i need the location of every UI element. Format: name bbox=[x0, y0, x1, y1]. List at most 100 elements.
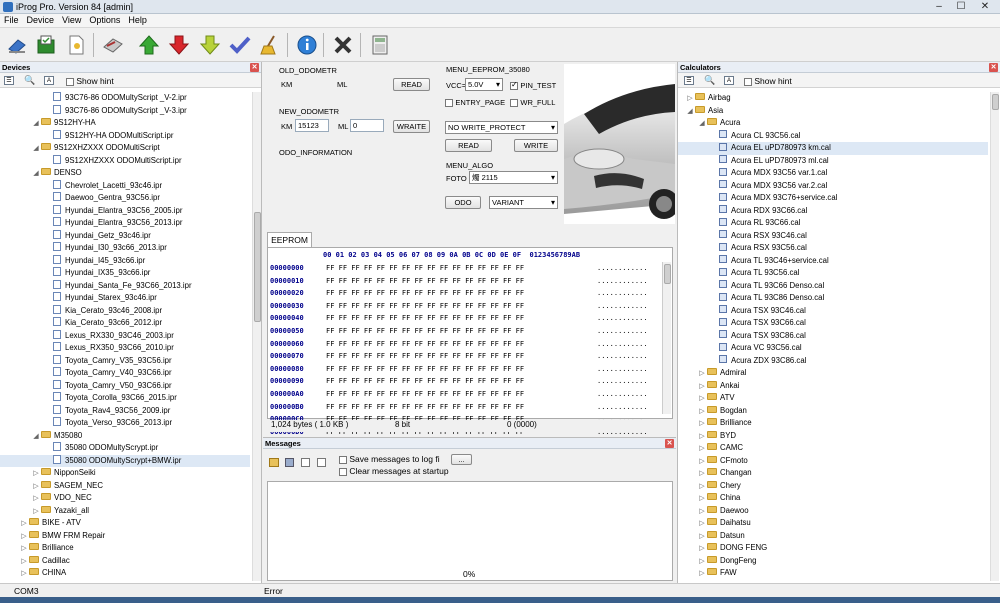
arrow-up-icon[interactable] bbox=[136, 32, 162, 58]
hex-row[interactable]: 00000020 FF FF FF FF FF FF FF FF FF FF FF… bbox=[270, 287, 665, 300]
calc-item[interactable]: ▷ CAMC bbox=[678, 442, 988, 455]
calc-item[interactable]: Acura CL 93C56.cal bbox=[678, 130, 988, 143]
arrow-down-icon[interactable] bbox=[166, 32, 192, 58]
calc-item[interactable]: ▷ Datsun bbox=[678, 530, 988, 543]
save-log-checkbox[interactable]: Save messages to log fi bbox=[339, 454, 440, 464]
device-item[interactable]: Toyota_Corolla_93C66_2015.ipr bbox=[0, 392, 250, 405]
calc-item[interactable]: Acura TSX 93C86.cal bbox=[678, 330, 988, 343]
device-item[interactable]: ◢ 9S12HY-HA bbox=[0, 117, 250, 130]
arrow-down-yellow-icon[interactable] bbox=[197, 32, 223, 58]
device-item[interactable]: Lexus_RX350_93C66_2010.ipr bbox=[0, 342, 250, 355]
device-item[interactable]: Toyota_Rav4_93C56_2009.ipr bbox=[0, 404, 250, 418]
copy-log-icon[interactable] bbox=[301, 458, 310, 467]
device-item[interactable]: Toyota_Camry_V35_93C56.ipr bbox=[0, 354, 250, 368]
calc-item[interactable]: ▷ DONG FENG bbox=[678, 542, 988, 555]
device-item[interactable]: Hyundai_Getz_93c46.ipr bbox=[0, 229, 250, 243]
device-item[interactable]: Hyundai_Santa_Fe_93C66_2013.ipr bbox=[0, 279, 250, 293]
devices-scrollbar[interactable] bbox=[252, 92, 261, 581]
calc-show-hint-checkbox[interactable]: Show hint bbox=[744, 76, 792, 86]
calc-item[interactable]: ▷ China bbox=[678, 492, 988, 505]
device-item[interactable]: ▷ BIKE - ATV bbox=[0, 517, 250, 530]
close-x-icon[interactable] bbox=[330, 32, 356, 58]
close-window-button[interactable]: ✕ bbox=[976, 1, 994, 13]
calc-item[interactable]: Acura TL 93C46+service.cal bbox=[678, 255, 988, 268]
calc-item[interactable]: ▷ FAW bbox=[678, 567, 988, 580]
device-item[interactable]: Lexus_RX330_93C46_2003.ipr bbox=[0, 329, 250, 343]
menu-options[interactable]: Options bbox=[85, 14, 124, 26]
open-log-icon[interactable] bbox=[269, 458, 279, 467]
device-item[interactable]: Hyundai_I30_93c66_2013.ipr bbox=[0, 242, 250, 255]
eeprom-write-button[interactable]: WRITE bbox=[514, 139, 558, 152]
hex-row[interactable]: 00000010 FF FF FF FF FF FF FF FF FF FF FF… bbox=[270, 275, 665, 288]
calc-item[interactable]: Acura TL 93C56.cal bbox=[678, 267, 988, 280]
messages-log[interactable] bbox=[267, 481, 673, 581]
calc-item[interactable]: ◢ Acura bbox=[678, 117, 988, 130]
device-item[interactable]: Hyundai_IX35_93c66.ipr bbox=[0, 267, 250, 280]
device-item[interactable]: 93C76-86 ODOMultyScript _V-2.ipr bbox=[0, 92, 250, 105]
calc-item[interactable]: ▷ Brilliance bbox=[678, 417, 988, 430]
device-item[interactable]: Chevrolet_Lacetti_93c46.ipr bbox=[0, 179, 250, 193]
calc-item[interactable]: ▷ Admiral bbox=[678, 367, 988, 380]
save-log-icon[interactable] bbox=[285, 458, 294, 467]
info-icon[interactable] bbox=[294, 32, 320, 58]
tree-view-icon[interactable]: ☰ bbox=[4, 76, 14, 85]
calc-search-icon[interactable]: 🔍 bbox=[704, 76, 715, 85]
hex-row[interactable]: 00000000 FF FF FF FF FF FF FF FF FF FF FF… bbox=[270, 262, 665, 275]
calc-item[interactable]: Acura MDX 93C56 var.1.cal bbox=[678, 167, 988, 180]
device-item[interactable]: ◢ M35080 bbox=[0, 430, 250, 443]
new-file-icon[interactable] bbox=[63, 32, 89, 58]
vcc-select[interactable]: 5.0V bbox=[465, 78, 503, 91]
eeprom-tab[interactable]: EEPROM bbox=[267, 232, 312, 247]
calc-item[interactable]: Acura TSX 93C66.cal bbox=[678, 317, 988, 330]
device-item[interactable]: ▷ Brilliance bbox=[0, 542, 250, 555]
menu-device[interactable]: Device bbox=[23, 14, 59, 26]
calc-tree-view-icon[interactable]: ☰ bbox=[684, 76, 694, 85]
minimize-button[interactable]: – bbox=[930, 1, 948, 13]
expand-arrow-icon[interactable]: ▷ bbox=[698, 568, 706, 581]
device-item[interactable]: 9S12HY-HA ODOMultiScript.ipr bbox=[0, 129, 250, 143]
device-item[interactable]: ◢ DENSO bbox=[0, 167, 250, 180]
calc-font-icon[interactable]: A bbox=[724, 76, 734, 85]
calc-item[interactable]: ▷ Changan bbox=[678, 467, 988, 480]
menu-view[interactable]: View bbox=[58, 14, 85, 26]
device-item[interactable]: Daewoo_Gentra_93C56.ipr bbox=[0, 192, 250, 205]
eeprom-read-button[interactable]: READ bbox=[445, 139, 492, 152]
device-item[interactable]: 9S12XHZXXX ODOMultiScript.ipr bbox=[0, 154, 250, 168]
tools-icon[interactable] bbox=[100, 32, 126, 58]
hex-scrollbar[interactable] bbox=[662, 262, 671, 414]
hex-row[interactable]: 000000B0 FF FF FF FF FF FF FF FF FF FF FF… bbox=[270, 401, 665, 414]
clear-startup-checkbox[interactable]: Clear messages at startup bbox=[339, 466, 449, 476]
calc-item[interactable]: ▷ DongFeng bbox=[678, 555, 988, 568]
calc-item[interactable]: ▷ Airbag bbox=[678, 92, 988, 105]
device-item[interactable]: ▷ CHINA bbox=[0, 567, 250, 580]
calc-item[interactable]: Acura VC 93C56.cal bbox=[678, 342, 988, 355]
device-item[interactable]: ◢ 9S12XHZXXX ODOMultiScript bbox=[0, 142, 250, 155]
calc-item[interactable]: Acura TL 93C86 Denso.cal bbox=[678, 292, 988, 305]
calc-item[interactable]: Acura RDX 93C66.cal bbox=[678, 205, 988, 218]
km-input[interactable]: 15123 bbox=[295, 119, 329, 132]
calc-item[interactable]: Acura RSX 93C56.cal bbox=[678, 242, 988, 255]
devices-show-hint-checkbox[interactable]: Show hint bbox=[66, 76, 114, 86]
messages-close-icon[interactable]: ✕ bbox=[665, 439, 674, 448]
odo-button[interactable]: ODO bbox=[445, 196, 481, 209]
calc-item[interactable]: Acura MDX 93C76+service.cal bbox=[678, 192, 988, 205]
write-protect-select[interactable]: NO WRITE_PROTECT bbox=[445, 121, 558, 134]
calc-item[interactable]: Acura EL uPD780973 km.cal bbox=[678, 142, 988, 155]
device-item[interactable]: Hyundai_Elantra_93C56_2013.ipr bbox=[0, 217, 250, 230]
calculators-scrollbar[interactable] bbox=[990, 92, 999, 581]
device-item[interactable]: Toyota_Verso_93C66_2013.ipr bbox=[0, 417, 250, 430]
hex-row[interactable]: 000000A0 FF FF FF FF FF FF FF FF FF FF FF… bbox=[270, 388, 665, 401]
hex-row[interactable]: 00000080 FF FF FF FF FF FF FF FF FF FF FF… bbox=[270, 363, 665, 376]
menu-help[interactable]: Help bbox=[124, 14, 151, 26]
device-item[interactable]: ▷ BMW FRM Repair bbox=[0, 530, 250, 543]
calc-item[interactable]: ▷ ATV bbox=[678, 392, 988, 405]
search-icon[interactable]: 🔍 bbox=[24, 76, 35, 85]
clear-log-icon[interactable] bbox=[317, 458, 326, 467]
device-item[interactable]: ▷ NipponSeiki bbox=[0, 467, 250, 480]
hex-row[interactable]: 00000070 FF FF FF FF FF FF FF FF FF FF FF… bbox=[270, 350, 665, 363]
eraser-icon[interactable] bbox=[4, 32, 30, 58]
calc-item[interactable]: ▷ Chery bbox=[678, 480, 988, 493]
calc-item[interactable]: Acura RSX 93C46.cal bbox=[678, 230, 988, 243]
read-odometer-button[interactable]: READ bbox=[393, 78, 430, 91]
hex-row[interactable]: 00000090 FF FF FF FF FF FF FF FF FF FF FF… bbox=[270, 375, 665, 388]
